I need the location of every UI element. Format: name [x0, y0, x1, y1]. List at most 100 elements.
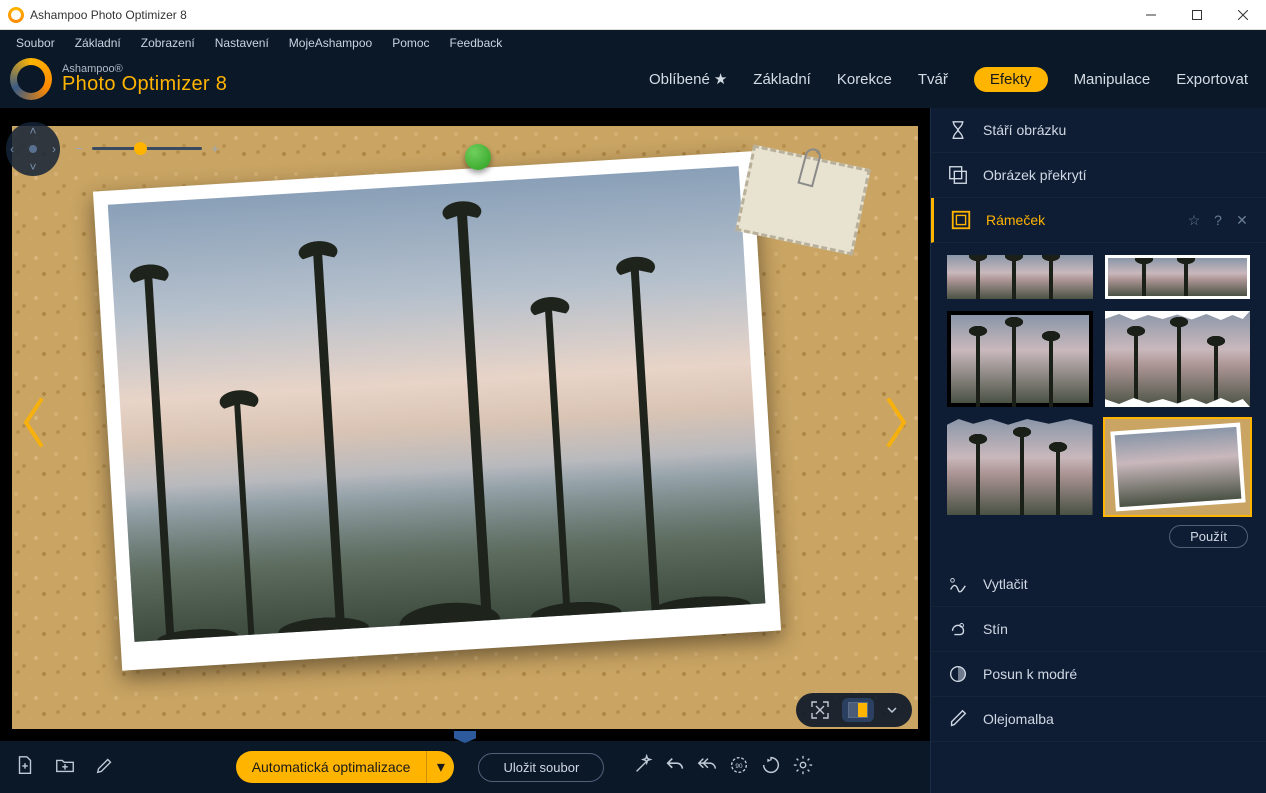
tab-favorites-label: Oblíbené: [649, 71, 710, 88]
pan-down-icon[interactable]: ˅: [29, 160, 36, 174]
menu-file[interactable]: Soubor: [6, 33, 65, 53]
effect-shadow[interactable]: Stín: [931, 607, 1266, 652]
corkboard-frame: [12, 126, 918, 729]
app-logo: [10, 58, 52, 100]
hourglass-icon: [947, 119, 969, 141]
undo-button[interactable]: [664, 754, 686, 781]
overlay-icon: [947, 164, 969, 186]
frame-thumb-3[interactable]: [947, 311, 1093, 407]
rotate-right-button[interactable]: [760, 754, 782, 781]
next-image-button[interactable]: [882, 392, 912, 457]
effects-panel: Stáří obrázku Obrázek překrytí Rámeček ☆…: [930, 108, 1266, 793]
zoom-out-button[interactable]: −: [72, 141, 86, 156]
tab-correction[interactable]: Korekce: [837, 71, 892, 88]
collapse-handle[interactable]: [454, 731, 476, 743]
effect-oilpaint-label: Olejomalba: [983, 711, 1054, 727]
menu-myashampoo[interactable]: MojeAshampoo: [279, 33, 382, 53]
window-title: Ashampoo Photo Optimizer 8: [30, 8, 187, 22]
compare-icon: [848, 702, 868, 718]
frame-thumb-1[interactable]: [947, 255, 1093, 299]
pan-center[interactable]: [29, 145, 37, 153]
app-logo-small: [8, 7, 24, 23]
pushpin-decoration: [465, 144, 491, 170]
favorite-star-icon[interactable]: ☆: [1186, 212, 1202, 228]
compare-view-button[interactable]: [842, 698, 874, 722]
effect-shadow-label: Stín: [983, 621, 1008, 637]
menu-basic[interactable]: Základní: [65, 33, 131, 53]
apply-button[interactable]: Použít: [1169, 525, 1248, 548]
frame-thumb-5[interactable]: [947, 419, 1093, 515]
close-button[interactable]: [1220, 0, 1266, 30]
view-mode-dropdown[interactable]: [880, 700, 904, 720]
rotate-left-button[interactable]: 90: [728, 754, 750, 781]
zoom-track[interactable]: [92, 147, 202, 150]
maximize-button[interactable]: [1174, 0, 1220, 30]
effect-overlay-label: Obrázek překrytí: [983, 167, 1086, 183]
titlebar: Ashampoo Photo Optimizer 8: [0, 0, 1266, 30]
main-tabs: Oblíbené ★ Základní Korekce Tvář Efekty …: [649, 67, 1248, 92]
fit-screen-button[interactable]: [804, 696, 836, 724]
effect-age-label: Stáří obrázku: [983, 122, 1066, 138]
effect-emboss[interactable]: Vytlačit: [931, 562, 1266, 607]
tab-effects[interactable]: Efekty: [974, 67, 1048, 92]
frame-thumbnails: [931, 243, 1266, 525]
zoom-in-button[interactable]: +: [208, 141, 222, 156]
auto-optimize-button[interactable]: Automatická optimalizace ▾: [236, 751, 455, 783]
effect-frame-label: Rámeček: [986, 212, 1045, 228]
help-icon[interactable]: ?: [1210, 212, 1226, 228]
menu-settings[interactable]: Nastavení: [205, 33, 279, 53]
frame-thumb-6[interactable]: [1105, 419, 1251, 515]
oilpaint-icon: [947, 708, 969, 730]
settings-gear-button[interactable]: [792, 754, 814, 781]
menu-feedback[interactable]: Feedback: [440, 33, 513, 53]
pan-left-icon[interactable]: ‹: [10, 142, 14, 156]
effect-overlay[interactable]: Obrázek překrytí: [931, 153, 1266, 198]
effect-blueshift-label: Posun k modré: [983, 666, 1077, 682]
prev-image-button[interactable]: [18, 392, 48, 457]
zoom-slider: − +: [72, 140, 222, 156]
header: Ashampoo® Photo Optimizer 8 Oblíbené ★ Z…: [0, 56, 1266, 108]
image-preview[interactable]: ˄ ˅ ‹ › − +: [0, 108, 930, 741]
pan-up-icon[interactable]: ˄: [29, 124, 36, 138]
menu-help[interactable]: Pomoc: [382, 33, 439, 53]
polaroid-frame: [93, 151, 781, 670]
app-name: Ashampoo® Photo Optimizer 8: [62, 63, 227, 96]
brush-tool-button[interactable]: [90, 750, 120, 785]
star-icon: ★: [714, 70, 727, 88]
pan-right-icon[interactable]: ›: [52, 142, 56, 156]
tab-face[interactable]: Tvář: [918, 71, 948, 88]
canvas-area: ˄ ˅ ‹ › − +: [0, 108, 930, 793]
svg-text:90: 90: [736, 762, 744, 769]
auto-optimize-dropdown[interactable]: ▾: [426, 751, 454, 783]
effect-oilpaint[interactable]: Olejomalba: [931, 697, 1266, 742]
zoom-thumb[interactable]: [134, 142, 147, 155]
view-tools: [796, 693, 912, 727]
frame-icon: [950, 209, 972, 231]
undo-all-button[interactable]: [696, 754, 718, 781]
frame-thumb-2[interactable]: [1105, 255, 1251, 299]
tab-export[interactable]: Exportovat: [1176, 71, 1248, 88]
effect-age[interactable]: Stáří obrázku: [931, 108, 1266, 153]
minimize-button[interactable]: [1128, 0, 1174, 30]
blueshift-icon: [947, 663, 969, 685]
reset-icon[interactable]: ✕: [1234, 212, 1250, 228]
menu-view[interactable]: Zobrazení: [131, 33, 205, 53]
effect-blueshift[interactable]: Posun k modré: [931, 652, 1266, 697]
tab-manipulate[interactable]: Manipulace: [1074, 71, 1151, 88]
history-tools: 90: [632, 754, 814, 781]
tab-favorites[interactable]: Oblíbené ★: [649, 70, 727, 88]
effect-emboss-label: Vytlačit: [983, 576, 1028, 592]
effect-actions: ☆ ? ✕: [1186, 212, 1250, 228]
emboss-icon: [947, 573, 969, 595]
add-folder-button[interactable]: [50, 750, 80, 785]
tab-basic[interactable]: Základní: [753, 71, 811, 88]
frame-thumb-4[interactable]: [1105, 311, 1251, 407]
pan-wheel[interactable]: ˄ ˅ ‹ ›: [6, 122, 60, 176]
effect-frame[interactable]: Rámeček ☆ ? ✕: [931, 198, 1266, 243]
magic-wand-button[interactable]: [632, 754, 654, 781]
add-file-button[interactable]: [10, 750, 40, 785]
save-file-button[interactable]: Uložit soubor: [478, 753, 604, 782]
photo-content: [108, 166, 766, 642]
product-label: Photo Optimizer 8: [62, 73, 227, 96]
auto-optimize-label: Automatická optimalizace: [236, 759, 427, 775]
